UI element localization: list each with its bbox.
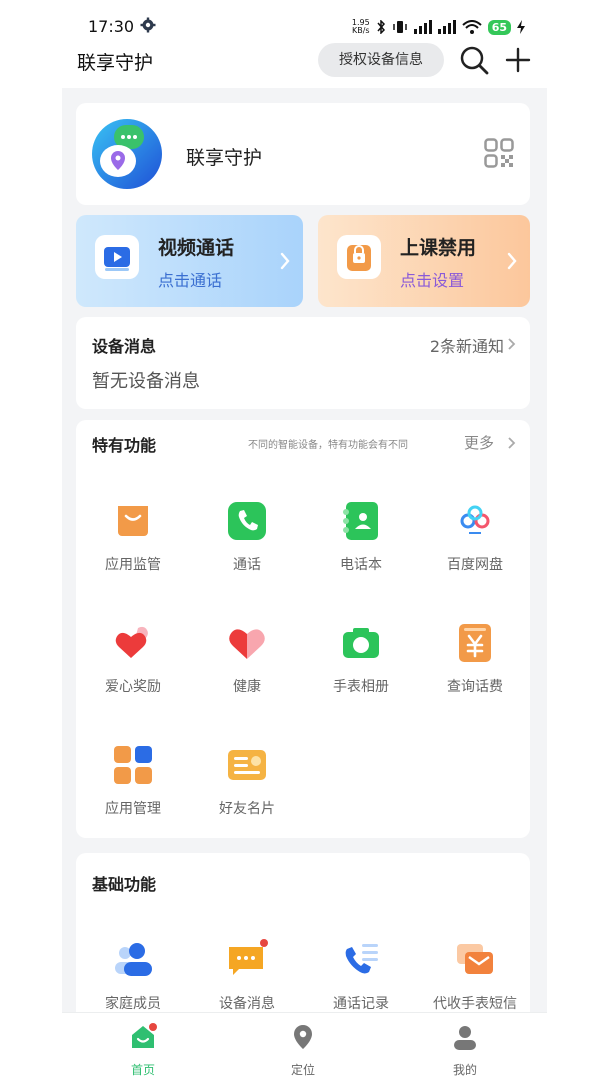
sms-icon <box>457 944 493 974</box>
home-icon <box>132 1023 157 1048</box>
feature-friend-card[interactable]: 好友名片 <box>190 744 304 844</box>
feature-label: 通话记录 <box>333 996 389 1012</box>
feature-health[interactable]: 健康 <box>190 622 304 722</box>
phone-icon <box>228 502 266 540</box>
feature-label: 应用监管 <box>105 557 161 573</box>
profile-icon <box>454 1026 476 1050</box>
feature-label: 电话本 <box>340 557 382 573</box>
page-title: 联享守护 <box>77 52 154 74</box>
signal-icon-2 <box>437 20 456 34</box>
class-ban-tile[interactable]: 上课禁用 点击设置 <box>318 215 530 307</box>
chevron-right-icon <box>507 252 517 270</box>
contacts-icon <box>343 502 378 540</box>
hearts-icon <box>115 626 148 658</box>
new-notification-count[interactable]: 2条新通知 <box>430 333 504 357</box>
feature-baidu-netdisk[interactable]: 百度网盘 <box>418 500 532 600</box>
feature-label: 好友名片 <box>219 801 275 817</box>
status-icons: 1.95 KB/s 65 <box>352 17 525 37</box>
basic-features-title: 基础功能 <box>92 875 157 894</box>
app-header: 联享守护 授权设备信息 <box>62 38 547 88</box>
feature-label: 健康 <box>233 679 261 695</box>
tab-label: 定位 <box>290 1063 315 1077</box>
chevron-right-icon <box>280 252 290 270</box>
heart-icon <box>229 629 265 659</box>
tab-profile[interactable]: 我的 <box>420 1021 510 1077</box>
chevron-right-icon <box>508 338 516 350</box>
class-ban-subtitle: 点击设置 <box>400 271 465 290</box>
gear-icon <box>140 17 156 33</box>
lock-clock-icon <box>337 235 381 279</box>
camera-icon <box>343 628 379 658</box>
feature-label: 设备消息 <box>219 996 275 1012</box>
family-icon <box>115 943 152 976</box>
call-log-icon <box>345 944 378 974</box>
search-icon[interactable] <box>458 44 490 76</box>
video-call-title: 视频通话 <box>158 237 235 259</box>
feature-check-balance[interactable]: 查询话费 <box>418 622 532 722</box>
app-logo <box>92 119 162 189</box>
feature-phonebook[interactable]: 电话本 <box>304 500 418 600</box>
feature-label: 百度网盘 <box>447 557 503 573</box>
chevron-right-icon[interactable] <box>507 436 516 450</box>
tab-label: 我的 <box>452 1063 477 1077</box>
bill-icon <box>459 624 491 662</box>
feature-love-reward[interactable]: 爱心奖励 <box>76 622 190 722</box>
card-icon <box>228 750 266 780</box>
feature-label: 查询话费 <box>447 679 503 695</box>
feature-label: 家庭成员 <box>105 996 161 1012</box>
device-messages-title: 设备消息 <box>92 337 157 356</box>
shopping-bag-icon <box>118 506 148 536</box>
bluetooth-icon <box>377 20 385 34</box>
empty-messages-text: 暂无设备消息 <box>92 371 200 392</box>
feature-label: 代收手表短信 <box>433 996 517 1012</box>
feature-label: 爱心奖励 <box>105 679 161 695</box>
cloud-icon <box>460 505 490 534</box>
plus-icon[interactable] <box>504 46 532 74</box>
feature-watch-album[interactable]: 手表相册 <box>304 622 418 722</box>
charging-icon <box>517 20 525 34</box>
feature-app-supervision[interactable]: 应用监管 <box>76 500 190 600</box>
qr-code-icon[interactable] <box>484 138 514 168</box>
video-call-icon <box>95 235 139 279</box>
authorize-device-info-button[interactable]: 授权设备信息 <box>318 43 444 77</box>
special-features-description: 不同的智能设备，特有功能会有不同 <box>248 440 408 451</box>
bottom-navigation: 首页 定位 我的 <box>62 1012 547 1080</box>
status-time: 17:30 <box>88 17 135 36</box>
device-name: 联享守护 <box>186 147 263 169</box>
battery-level: 65 <box>487 19 511 35</box>
signal-icon <box>413 20 432 34</box>
tab-label: 首页 <box>130 1063 155 1077</box>
feature-call[interactable]: 通话 <box>190 500 304 600</box>
tab-home[interactable]: 首页 <box>98 1021 188 1077</box>
feature-label: 通话 <box>233 557 261 573</box>
apps-grid-icon <box>114 746 152 784</box>
vibrate-icon <box>392 21 407 33</box>
video-call-tile[interactable]: 视频通话 点击通话 <box>76 215 303 307</box>
wifi-icon <box>462 20 482 34</box>
more-link[interactable]: 更多 <box>464 432 494 453</box>
device-card[interactable]: 联享守护 <box>76 103 530 205</box>
feature-app-management[interactable]: 应用管理 <box>76 744 190 844</box>
video-call-subtitle: 点击通话 <box>158 271 223 290</box>
special-features-title: 特有功能 <box>92 436 157 455</box>
device-messages-card[interactable]: 设备消息 2条新通知 暂无设备消息 <box>76 317 530 409</box>
message-icon <box>229 939 268 975</box>
tab-location[interactable]: 定位 <box>258 1021 348 1077</box>
phone-screen: 17:30 1.95 KB/s 65 联享守护 授权设备信息 联享守护 视频通话… <box>62 0 547 1080</box>
feature-label: 手表相册 <box>333 679 389 695</box>
special-features-card: 特有功能 不同的智能设备，特有功能会有不同 更多 应用监管 通话 电话本 百度网… <box>76 420 530 838</box>
feature-label: 应用管理 <box>105 801 161 817</box>
net-speed: 1.95 KB/s <box>351 18 370 35</box>
location-pin-icon <box>294 1025 312 1049</box>
class-ban-title: 上课禁用 <box>400 237 477 259</box>
